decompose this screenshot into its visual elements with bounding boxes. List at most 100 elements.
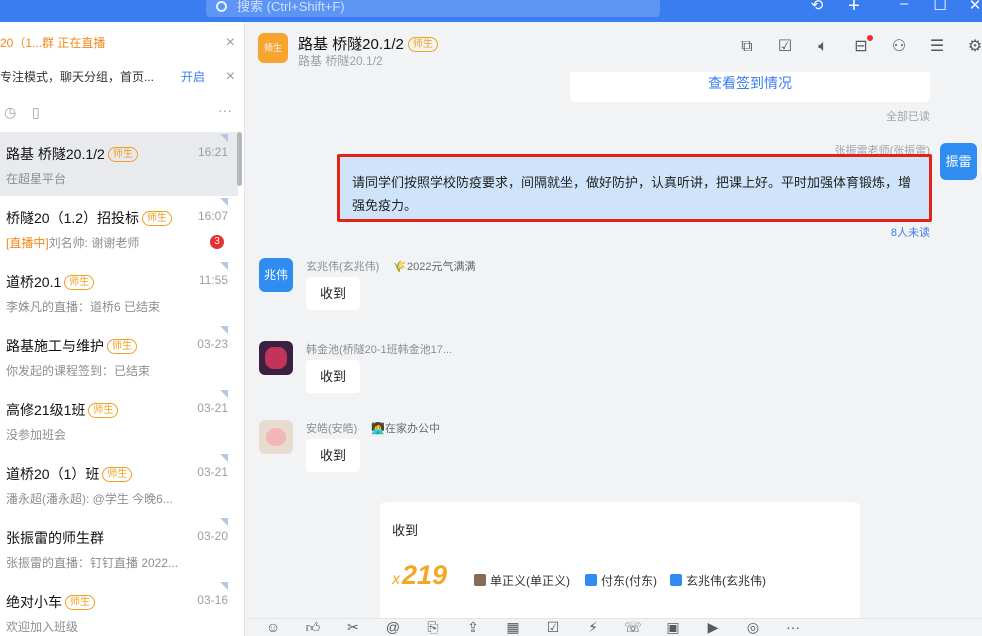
avatar[interactable] [259, 341, 293, 375]
clock-icon[interactable]: ◷ [4, 104, 16, 121]
corner-mark-icon [220, 326, 228, 334]
chat-title[interactable]: 路基 桥隧20.1/2 师生 [298, 33, 438, 54]
avatar[interactable]: 兆伟 [259, 258, 293, 292]
message-bubble[interactable]: 收到 [306, 360, 361, 393]
document-icon[interactable]: ▯ [32, 104, 40, 121]
thumbs-up-icon[interactable]: 👍︎ [304, 619, 322, 635]
card-user[interactable]: 玄兆伟(玄兆伟) [670, 572, 766, 589]
corner-mark-icon [220, 198, 228, 206]
avatar [474, 574, 486, 586]
scissors-icon[interactable]: ✂ [344, 619, 362, 635]
my-message-bubble[interactable]: 请同学们按照学校防疫要求，间隔就坐，做好防护，认真听讲，把课上好。平时加强体育锻… [337, 154, 932, 222]
conversation-item[interactable]: 高修21级1班 师生 03-21 没参加班会 [0, 388, 238, 452]
feature-notice: 专注模式，聊天分组，首页... 开启 × [0, 60, 244, 94]
gear-icon[interactable]: ⚙ [964, 38, 982, 56]
message-bubble[interactable]: 收到 [306, 277, 361, 310]
live-notice-text: 20（1...群 正在直播 [0, 36, 106, 50]
close-icon[interactable]: × [226, 26, 235, 60]
sender-status: 👩‍💻在家办公中 [371, 423, 441, 435]
avatar[interactable] [259, 420, 293, 454]
view-signin-link[interactable]: 查看签到情况 [708, 72, 792, 96]
history-icon[interactable]: ⟲ [806, 0, 828, 13]
corner-mark-icon [220, 518, 228, 526]
scrollbar[interactable] [237, 132, 242, 186]
live-notice[interactable]: 20（1...群 正在直播 × [0, 26, 244, 60]
plus-icon[interactable]: + [843, 0, 865, 16]
checkbox-icon[interactable]: ☑ [544, 619, 562, 635]
conversation-preview: 张振雷的直播：钉钉直播 2022... [6, 556, 179, 570]
live-icon[interactable]: ▣ [664, 619, 682, 635]
conversation-preview: 欢迎加入班级 [6, 620, 79, 634]
my-avatar[interactable]: 振雷 [940, 143, 977, 180]
minimize-icon[interactable]: – [893, 0, 915, 11]
conversation-name: 绝对小车 师生 [6, 592, 95, 612]
sender-status: 🌾2022元气满满 [393, 261, 476, 273]
speaker-icon[interactable]: 🔈︎ [812, 38, 834, 56]
conversation-item[interactable]: 路基 桥隧20.1/2 师生 16:21 在超星平台 [0, 132, 238, 196]
conversation-panel: 20（1...群 正在直播 × 专注模式，聊天分组，首页... 开启 × ◷ ▯… [0, 22, 245, 636]
corner-mark-icon [220, 582, 228, 590]
unread-count-link[interactable]: 8人未读 [891, 224, 930, 240]
search-list-icon[interactable]: ☰ [926, 38, 948, 56]
sender-name: 安皓(安皓) 👩‍💻在家办公中 [306, 423, 441, 435]
conversation-item[interactable]: 道桥20.1 师生 11:55 李姝凡的直播：道桥6 已结束 [0, 260, 238, 324]
video-icon[interactable]: ▶ [704, 619, 722, 635]
conversation-time: 03-21 [197, 401, 228, 415]
corner-mark-icon [220, 390, 228, 398]
teacher-student-tag: 师生 [107, 147, 138, 162]
feature-notice-text: 专注模式，聊天分组，首页... [0, 70, 155, 84]
teacher-student-tag: 师生 [102, 467, 133, 482]
conversation-preview: 潘永超(潘永超): @学生 今晚6... [6, 492, 173, 506]
conversation-preview: 在超星平台 [6, 172, 67, 186]
conversation-item[interactable]: 张振雷的师生群 03-20 张振雷的直播：钉钉直播 2022... [0, 516, 238, 580]
teacher-student-tag: 师生 [65, 595, 95, 610]
conversation-name: 路基施工与维护 师生 [6, 336, 137, 356]
conversation-item[interactable]: 道桥20（1）班 师生 03-21 潘永超(潘永超): @学生 今晚6... [0, 452, 238, 516]
checkbox-icon[interactable]: ☑ [774, 38, 796, 56]
conversation-time: 03-20 [197, 529, 228, 543]
teacher-student-tag: 师生 [407, 37, 438, 52]
teacher-student-tag: 师生 [107, 339, 137, 354]
add-member-icon[interactable]: ⚇ [888, 38, 910, 56]
more-icon[interactable]: ··· [218, 102, 232, 118]
conversation-item[interactable]: 绝对小车 师生 03-16 欢迎加入班级 [0, 580, 238, 636]
upload-icon[interactable]: ⇪ [464, 619, 482, 635]
sender-name: 韩金池(桥隧20-1班韩金池17... [306, 344, 453, 356]
teacher-student-tag: 师生 [142, 211, 173, 226]
input-toolbar: ☺ 👍︎ ✂ @ ⎘ ⇪ ▦ ☑ ⚡ ☏ ▣ ▶ ◎ ··· [246, 618, 982, 636]
conversation-item[interactable]: 桥隧20（1.2）招投标 师生 16:07 [直播中]刘名帅: 谢谢老师 3 [0, 196, 238, 260]
conversation-time: 16:21 [197, 145, 228, 159]
document-icon[interactable]: ⎘ [424, 619, 442, 635]
reply-count: x219 [392, 560, 448, 590]
avatar [585, 574, 597, 586]
conversation-time: 03-23 [197, 337, 228, 351]
reply-stats-card[interactable]: 收到 x219 单正义(单正义) 付东(付东) 玄兆伟(玄兆伟) [380, 502, 860, 618]
video-icon[interactable]: ⧉ [736, 38, 758, 56]
lightning-icon[interactable]: ⚡ [584, 619, 602, 635]
mention-icon[interactable]: @ [384, 619, 402, 635]
avatar [670, 574, 682, 586]
grade-icon[interactable]: ◎ [744, 619, 762, 635]
corner-mark-icon [220, 262, 228, 270]
phone-icon[interactable]: ☏ [624, 619, 642, 635]
close-icon[interactable]: ✕ [964, 0, 982, 13]
enable-button[interactable]: 开启 [181, 60, 205, 94]
card-user[interactable]: 单正义(单正义) [474, 572, 570, 589]
conversation-name: 张振雷的师生群 [6, 530, 104, 546]
card-user[interactable]: 付东(付东) [585, 572, 657, 589]
title-bar: 搜索 (Ctrl+Shift+F) ⟲ + – ☐ ✕ [0, 0, 982, 22]
global-search-input[interactable]: 搜索 (Ctrl+Shift+F) [206, 0, 660, 17]
group-avatar[interactable]: 师生 [258, 33, 288, 63]
more-icon[interactable]: ··· [784, 619, 802, 635]
corner-mark-icon [220, 454, 228, 462]
emoji-icon[interactable]: ☺ [264, 619, 282, 635]
card-title: 收到 [392, 523, 419, 538]
read-status: 全部已读 [886, 111, 930, 123]
message-bubble[interactable]: 收到 [306, 439, 361, 472]
unread-badge: 3 [210, 235, 224, 249]
conversation-item[interactable]: 路基施工与维护 师生 03-23 你发起的课程签到：已结束 [0, 324, 238, 388]
calendar-icon[interactable]: ▦ [504, 619, 522, 635]
close-icon[interactable]: × [226, 60, 235, 94]
sender-name: 玄兆伟(玄兆伟) 🌾2022元气满满 [306, 261, 476, 273]
maximize-icon[interactable]: ☐ [929, 0, 951, 13]
